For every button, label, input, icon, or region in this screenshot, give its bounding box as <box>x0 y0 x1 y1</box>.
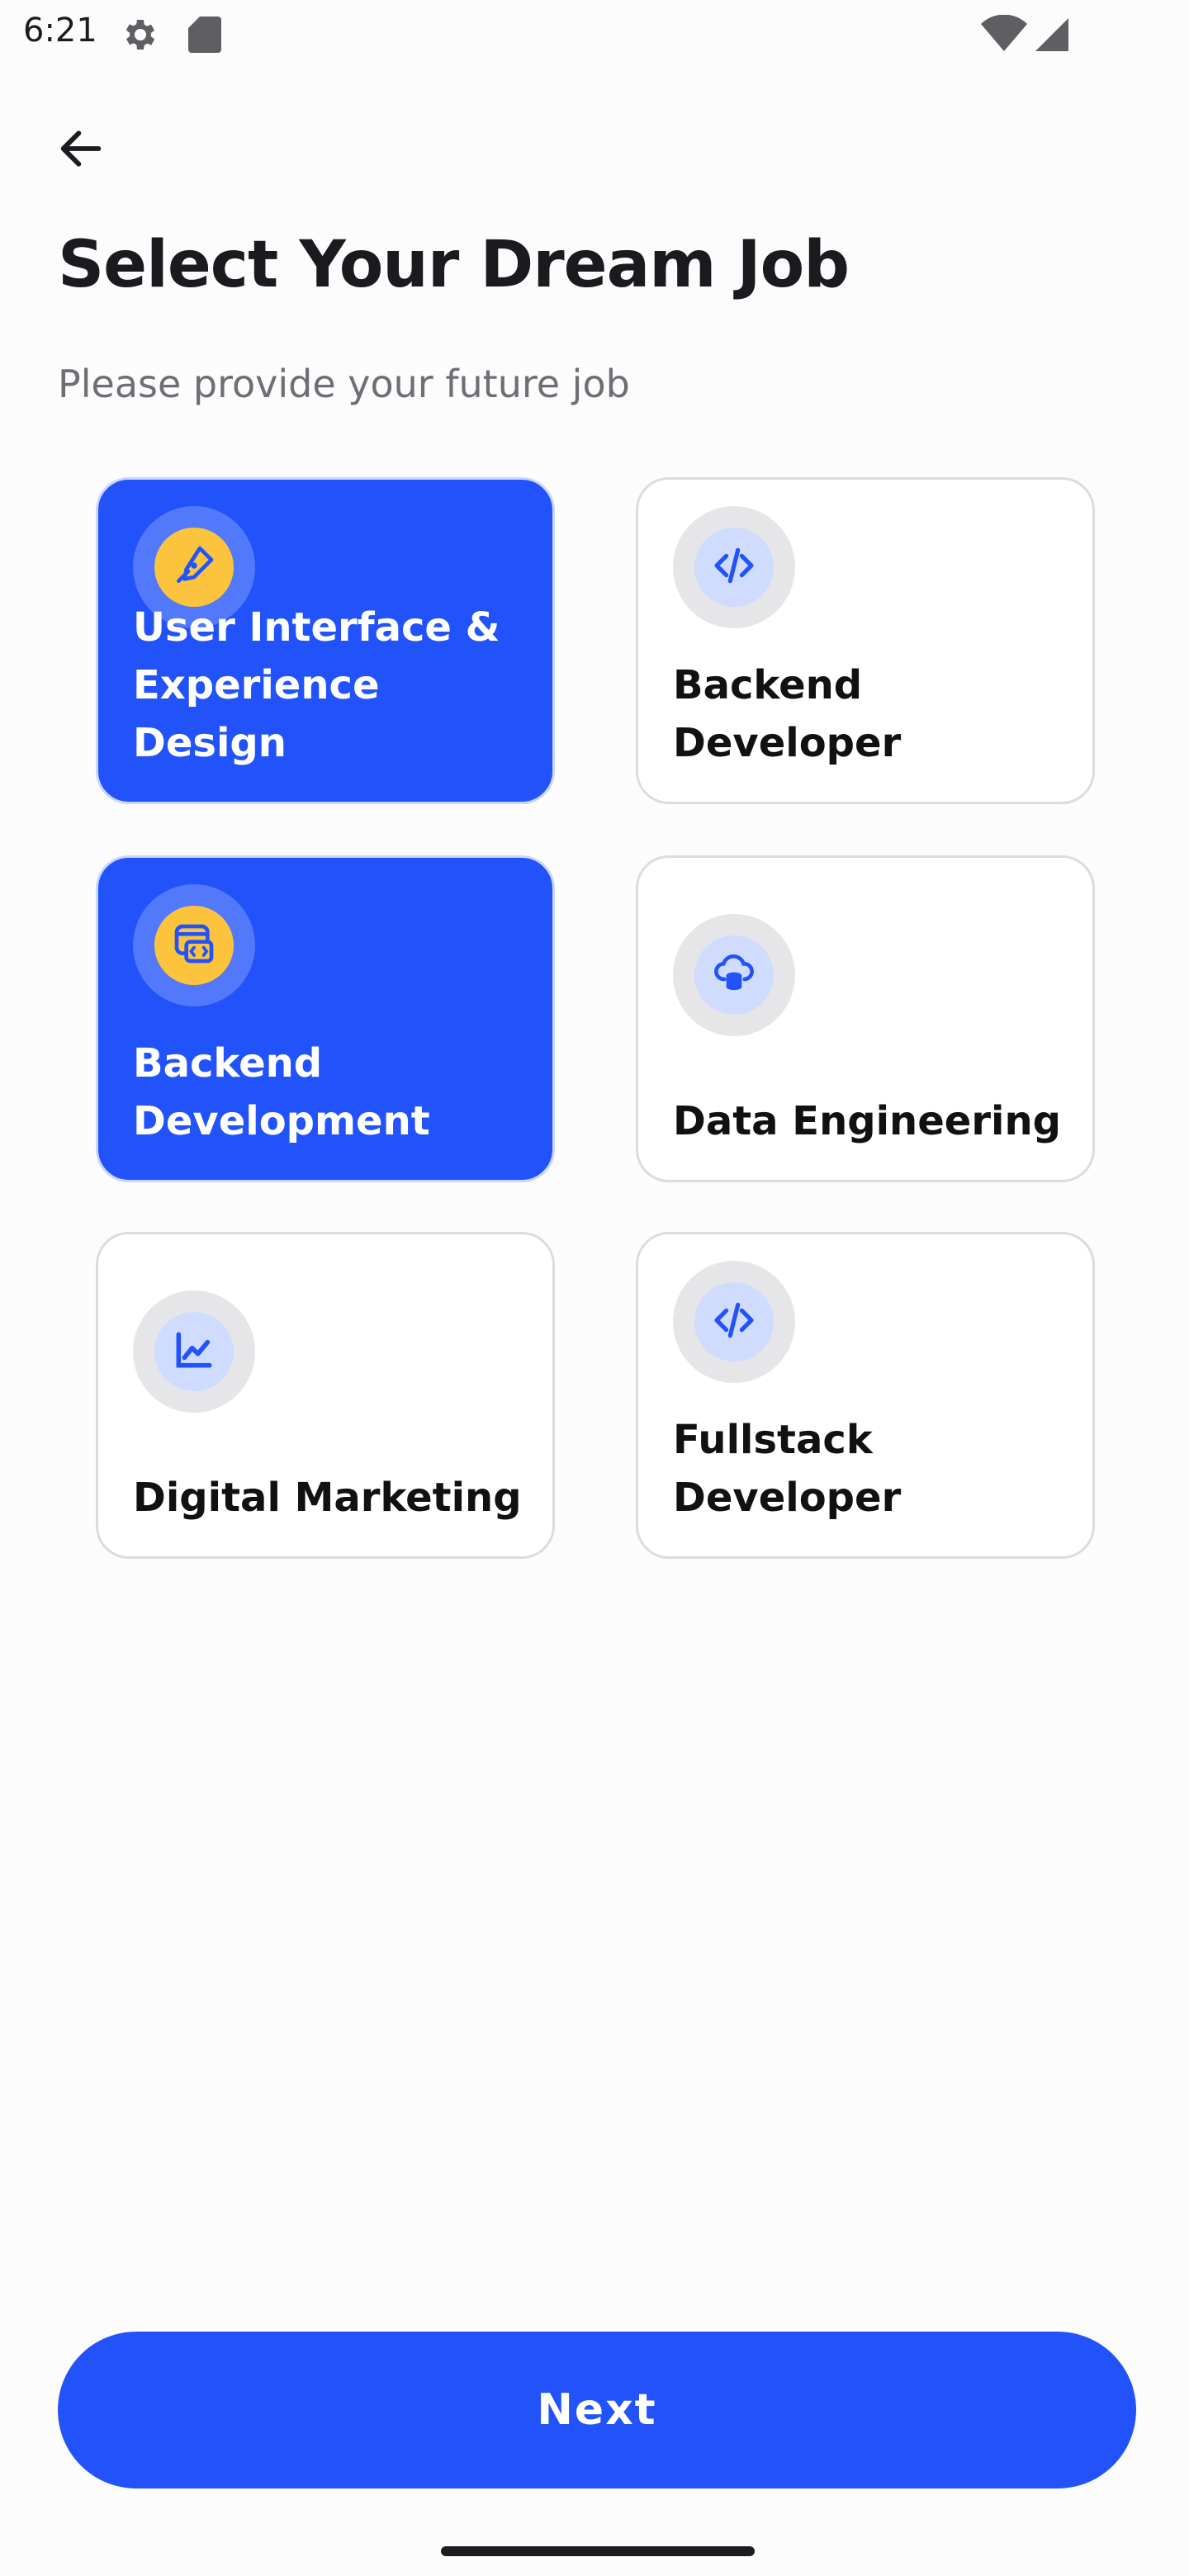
cloud-database-icon <box>711 950 757 1001</box>
job-card-label: Fullstack Developer <box>673 1417 902 1521</box>
chart-line-icon <box>171 1327 217 1377</box>
cellular-signal-icon <box>1032 15 1072 59</box>
page-subtitle: Please provide your future job <box>58 362 630 406</box>
status-time: 6:21 <box>23 12 97 50</box>
card-icon-ring <box>673 506 795 628</box>
code-icon <box>711 542 757 593</box>
job-card-label: Data Engineering <box>673 1098 1061 1144</box>
page-title: Select Your Dream Job <box>58 228 850 302</box>
home-indicator[interactable] <box>441 2546 755 2556</box>
job-card-label: Backend Development <box>133 1040 430 1144</box>
card-icon-ring <box>133 884 255 1006</box>
job-card-backend-development[interactable]: Backend Development <box>96 855 555 1182</box>
pen-nib-icon <box>171 542 217 593</box>
job-card-backend-developer[interactable]: Backend Developer <box>636 477 1095 804</box>
status-bar: 6:21 <box>0 0 1189 66</box>
job-card-label: Digital Marketing <box>133 1475 522 1521</box>
job-card-label: User Interface & Experience Design <box>133 604 500 766</box>
card-icon-ring <box>133 1290 255 1413</box>
job-card-digital-marketing[interactable]: Digital Marketing <box>96 1232 555 1559</box>
job-card-fullstack-developer[interactable]: Fullstack Developer <box>636 1232 1095 1559</box>
gear-icon <box>119 15 159 59</box>
back-button[interactable] <box>46 116 116 185</box>
card-icon-ring <box>673 914 795 1036</box>
job-card-label: Backend Developer <box>673 662 902 766</box>
card-icon-ring <box>673 1261 795 1383</box>
code-window-icon <box>171 921 217 971</box>
job-card-data-engineering[interactable]: Data Engineering <box>636 855 1095 1182</box>
job-card-ui-ux-design[interactable]: User Interface & Experience Design <box>96 477 555 804</box>
code-icon <box>711 1297 757 1347</box>
arrow-left-icon <box>54 122 107 179</box>
next-button[interactable]: Next <box>58 2332 1136 2488</box>
sd-card-icon <box>187 15 223 59</box>
wifi-icon <box>981 14 1027 59</box>
